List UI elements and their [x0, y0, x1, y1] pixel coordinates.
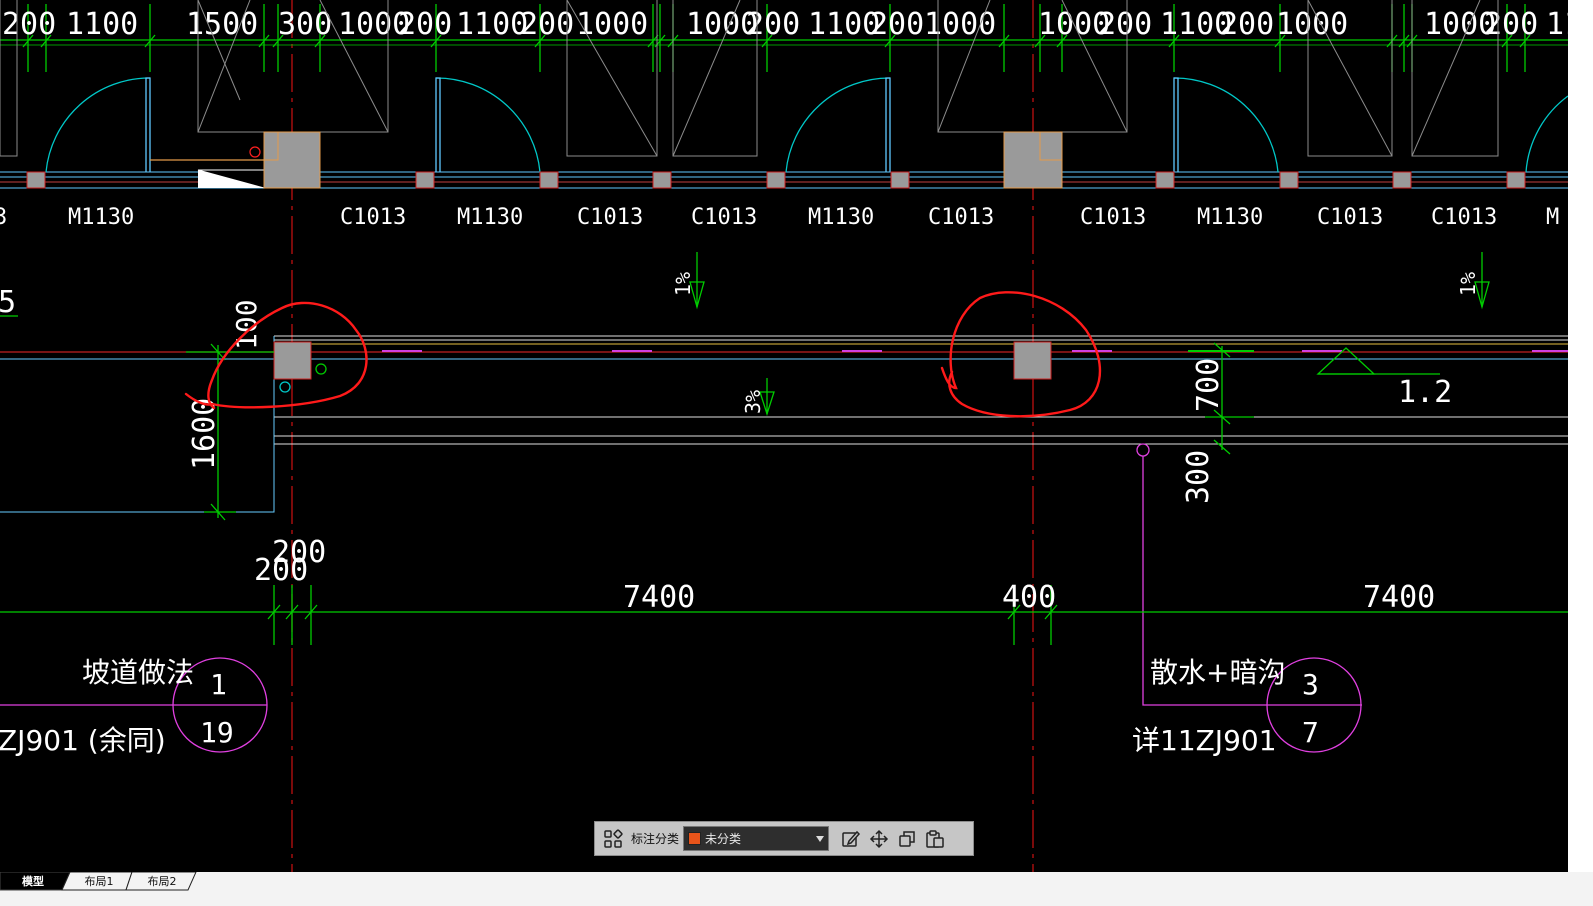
slope-label-3: 3% [741, 390, 765, 414]
dim-300-text: 300 [1181, 450, 1216, 504]
opening-label: M1130 [808, 205, 874, 230]
label-fragment-left: 3 [0, 205, 7, 230]
dim-200b-text: 200 [254, 553, 308, 588]
vertical-scrollbar[interactable] [1568, 0, 1593, 906]
top-dimension-text: 1100 [66, 7, 138, 42]
copy-icon[interactable] [893, 825, 921, 853]
drain-bubble-bottom: 7 [1302, 716, 1319, 749]
opening-label: M1130 [457, 205, 523, 230]
edit-icon[interactable] [837, 825, 865, 853]
top-dimension-text: 200 [870, 7, 924, 42]
annotation-toolbar: 标注分类 未分类 [594, 821, 974, 856]
top-dimension-texts: 200 1100 1500 300 1000200 1100200 1000 1000200 1… [2, 7, 1568, 42]
opening-label: C1013 [577, 205, 643, 230]
top-dimension-text: 1500 [186, 7, 258, 42]
opening-label: C1013 [1080, 205, 1146, 230]
tab-model[interactable]: 模型 [8, 874, 58, 890]
top-dimension-text: 200 [398, 7, 452, 42]
label-fragment-right: M [1546, 205, 1559, 230]
top-dimension-text: 1100 [1546, 7, 1568, 42]
annotation-category-value: 未分类 [705, 832, 742, 846]
top-dimension-text: 300 [278, 7, 332, 42]
drawing-canvas[interactable]: 200 1100 1500 300 1000 200 1100 200 1000 1000 200 1… [0, 0, 1568, 872]
top-dimension-text: 1000 [1276, 7, 1348, 42]
top-dimension-text: 200 [2, 7, 56, 42]
layout-tab-bar: 模型 布局1 布局2 [0, 872, 1593, 906]
annotation-category-label: 标注分类 [631, 832, 680, 846]
tab-layout-2[interactable]: 布局2 [132, 874, 192, 890]
top-dimension-text: 200 [1484, 7, 1538, 42]
slope-label-2: 1% [1456, 272, 1480, 296]
opening-label: M1130 [68, 205, 134, 230]
opening-label: M1130 [1197, 205, 1263, 230]
elevation-text: 1.2 [1398, 375, 1452, 410]
top-dimension-text: 1000 [576, 7, 648, 42]
opening-label: C1013 [1431, 205, 1497, 230]
opening-label: C1013 [1317, 205, 1383, 230]
top-dimension-text: 200 [520, 7, 574, 42]
slope-label-1: 1% [671, 272, 695, 296]
dim-7400b-text: 7400 [1363, 580, 1435, 615]
category-color-swatch [688, 832, 702, 845]
paste-icon[interactable] [921, 825, 949, 853]
drain-detail-title: 散水+暗沟 [1150, 656, 1285, 689]
tab-layout-1[interactable]: 布局1 [70, 874, 128, 890]
top-dimension-text: 200 [1220, 7, 1274, 42]
dim-400-text: 400 [1002, 580, 1056, 615]
top-dimension-text: 1100 [456, 7, 528, 42]
ramp-bubble-bottom: 19 [200, 716, 234, 749]
dim-1600-text: 1600 [187, 398, 222, 470]
opening-label: C1013 [691, 205, 757, 230]
chevron-down-icon [816, 835, 825, 842]
drain-detail-ref: 详11ZJ901 [1132, 724, 1277, 757]
opening-label: C1013 [928, 205, 994, 230]
ramp-detail-ref: ZJ901 (余同) [0, 724, 166, 757]
drain-bubble-top: 3 [1302, 668, 1319, 701]
opening-label: C1013 [340, 205, 406, 230]
left-edge-text: 5 [0, 285, 16, 320]
ramp-bubble-top: 1 [210, 668, 227, 701]
ramp-detail-title: 坡道做法 [82, 656, 194, 689]
annotation-category-select[interactable]: 未分类 [683, 826, 830, 851]
dim-700-text: 700 [1191, 358, 1226, 412]
top-dimension-text: 200 [1098, 7, 1152, 42]
move-icon[interactable] [865, 825, 893, 853]
dim-7400a-text: 7400 [623, 580, 695, 615]
top-dimension-text: 200 [746, 7, 800, 42]
grid-icon[interactable] [599, 825, 627, 853]
